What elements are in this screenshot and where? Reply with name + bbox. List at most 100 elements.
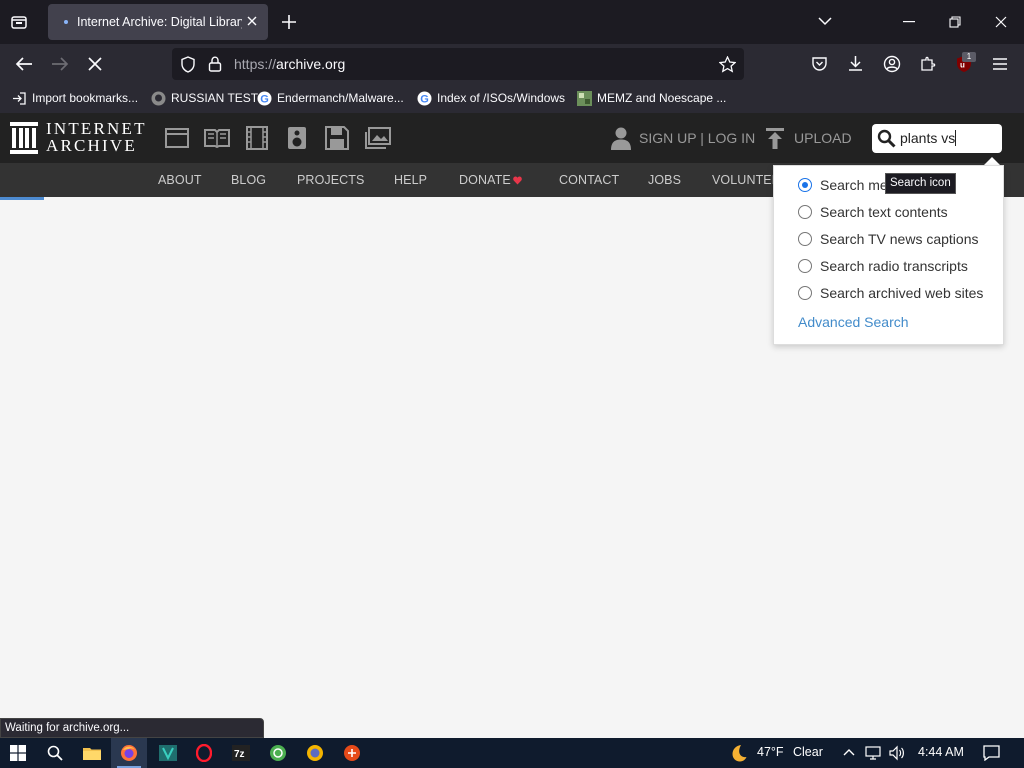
bookmark-star-icon[interactable] <box>719 56 736 73</box>
upload-icon[interactable] <box>766 128 784 150</box>
folder-icon <box>83 748 101 760</box>
bookmark-index-isos[interactable]: G Index of /ISOs/Windows <box>417 91 569 107</box>
new-tab-icon[interactable] <box>282 15 296 29</box>
taskbar-browser-app[interactable] <box>297 738 333 768</box>
pocket-icon[interactable] <box>811 56 828 72</box>
tab-title: Internet Archive: Digital Library <box>77 15 242 29</box>
nav-projects[interactable]: PROJECTS <box>297 173 364 187</box>
tab-internet-archive[interactable]: Internet Archive: Digital Library <box>48 4 268 40</box>
ia-top-header: INTERNET ARCHIVE SIGN UP | LOG IN UPLOAD <box>0 113 1024 163</box>
nav-about[interactable]: ABOUT <box>158 173 202 187</box>
user-icon[interactable] <box>611 126 631 150</box>
start-button[interactable] <box>0 738 36 768</box>
weather-temp[interactable]: 47°F <box>757 745 784 759</box>
network-icon[interactable] <box>865 746 881 760</box>
tab-loading-icon <box>64 20 68 24</box>
restore-window-icon[interactable] <box>949 16 961 28</box>
url-bar[interactable]: https://archive.org <box>172 48 744 80</box>
ia-logo-text[interactable]: INTERNET ARCHIVE <box>46 120 147 154</box>
account-icon[interactable] <box>883 55 901 73</box>
import-icon <box>12 91 27 106</box>
bookmark-label: RUSSIAN TEST <box>171 91 259 105</box>
heart-icon <box>513 176 522 185</box>
downloads-icon[interactable] <box>847 55 864 72</box>
google-icon: G <box>257 91 272 106</box>
search-input[interactable]: plants vs <box>872 124 1002 153</box>
hamburger-menu-icon[interactable] <box>992 57 1008 71</box>
software-icon[interactable] <box>325 126 349 150</box>
search-icon <box>47 745 63 761</box>
tracking-protection-shield-icon[interactable] <box>180 56 196 73</box>
google-icon: G <box>417 91 432 106</box>
lock-icon[interactable] <box>208 56 222 72</box>
nav-contact[interactable]: CONTACT <box>559 173 619 187</box>
ia-logo[interactable] <box>10 122 38 154</box>
bookmark-label: Index of /ISOs/Windows <box>437 91 566 105</box>
bookmark-russian-test[interactable]: RUSSIAN TEST <box>151 91 258 107</box>
list-all-tabs-icon[interactable] <box>10 13 28 31</box>
volume-icon[interactable] <box>889 745 905 761</box>
taskbar-search-button[interactable] <box>37 738 73 768</box>
taskbar-7zip[interactable]: 7z <box>223 738 259 768</box>
back-arrow-icon[interactable] <box>15 56 33 72</box>
vs-icon <box>159 745 177 761</box>
taskbar-firefox[interactable] <box>111 738 147 768</box>
opera-icon <box>196 744 212 762</box>
close-tab-icon[interactable] <box>246 15 258 27</box>
windows-taskbar: 7z 47°F Clear 4:44 AM <box>0 738 1024 768</box>
upload-link[interactable]: UPLOAD <box>794 130 852 146</box>
bookmark-memz-noescape[interactable]: MEMZ and Noescape ... <box>577 91 727 107</box>
images-icon[interactable] <box>365 127 391 149</box>
taskbar-opera[interactable] <box>186 738 222 768</box>
stop-loading-icon[interactable] <box>88 57 102 71</box>
audio-icon[interactable] <box>287 126 307 150</box>
nav-jobs[interactable]: JOBS <box>648 173 681 187</box>
tab-overflow-chevron-icon[interactable] <box>818 16 832 26</box>
svg-text:7z: 7z <box>234 749 245 760</box>
browser-navigation-bar: https://archive.org u 1 <box>0 44 1024 84</box>
radio-selected-icon[interactable] <box>798 178 812 192</box>
image-thumbnail-icon <box>577 91 592 106</box>
bookmark-label: MEMZ and Noescape ... <box>597 91 727 105</box>
green-globe-icon <box>270 745 286 761</box>
status-text: Waiting for archive.org... <box>5 722 130 734</box>
extension-badge-count: 1 <box>962 52 976 62</box>
status-bar: Waiting for archive.org... <box>0 718 264 738</box>
taskbar-red-app[interactable] <box>334 738 370 768</box>
signup-login-link[interactable]: SIGN UP | LOG IN <box>639 130 755 146</box>
url-host: archive.org <box>276 56 346 72</box>
nav-blog[interactable]: BLOG <box>231 173 266 187</box>
taskbar-visual-studio[interactable] <box>150 738 186 768</box>
video-icon[interactable] <box>245 126 269 150</box>
minimize-icon[interactable] <box>903 21 915 23</box>
taskbar-green-app[interactable] <box>260 738 296 768</box>
forward-arrow-icon[interactable] <box>51 56 69 72</box>
extensions-puzzle-icon[interactable] <box>920 55 937 72</box>
close-window-icon[interactable] <box>995 16 1007 28</box>
moon-weather-icon[interactable] <box>728 743 748 763</box>
browser-tab-strip: Internet Archive: Digital Library <box>0 0 1024 44</box>
web-icon[interactable] <box>165 127 189 149</box>
bookmark-label: Endermanch/Malware... <box>277 91 404 105</box>
bookmark-import[interactable]: Import bookmarks... <box>12 91 142 107</box>
url-scheme: https:// <box>234 56 277 72</box>
nav-volunteer[interactable]: VOLUNTEER <box>712 173 774 187</box>
firefox-icon <box>121 745 137 761</box>
show-hidden-icons-chevron-icon[interactable] <box>843 748 855 756</box>
clock-time[interactable]: 4:44 AM <box>918 745 964 759</box>
nav-donate[interactable]: DONATE <box>459 173 511 187</box>
ia-logo-line2: ARCHIVE <box>46 136 137 155</box>
github-icon <box>151 91 166 106</box>
search-icon[interactable] <box>877 129 896 148</box>
taskbar-file-explorer[interactable] <box>74 738 110 768</box>
red-app-icon <box>344 745 360 761</box>
archive-building-icon <box>10 122 38 154</box>
ia-logo-line1: INTERNET <box>46 119 147 138</box>
bookmark-endermanch-malware[interactable]: G Endermanch/Malware... <box>257 91 407 107</box>
search-input-value: plants vs <box>900 130 956 146</box>
notifications-icon[interactable] <box>983 745 1000 761</box>
url-text[interactable]: https://archive.org <box>234 56 345 72</box>
weather-desc[interactable]: Clear <box>793 745 823 759</box>
nav-help[interactable]: HELP <box>394 173 427 187</box>
texts-icon[interactable] <box>204 128 230 148</box>
